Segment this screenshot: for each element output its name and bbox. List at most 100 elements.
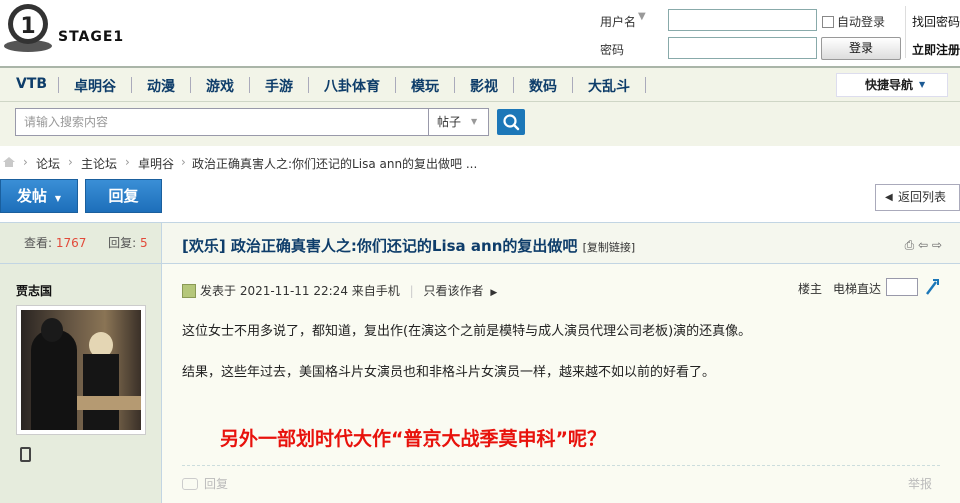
jump-go-icon[interactable] bbox=[924, 278, 940, 296]
post-divider bbox=[182, 465, 940, 466]
nav-item-gossip-sports[interactable]: 八卦体育 bbox=[324, 76, 380, 96]
next-thread-icon[interactable]: ⇨ bbox=[932, 238, 942, 252]
password-label: 密码 bbox=[600, 43, 625, 57]
checkbox-icon[interactable] bbox=[822, 16, 834, 28]
breadcrumb-thread[interactable]: 政治正确真害人之:你们还记的Lisa ann的复出做吧 ... bbox=[192, 155, 477, 172]
thread-title-text[interactable]: [欢乐] 政治正确真害人之:你们还记的Lisa ann的复出做吧 bbox=[182, 237, 577, 255]
main-nav: VTB 卓明谷 动漫 游戏 手游 八卦体育 模玩 影视 数码 大乱斗 快捷导航 ▼ bbox=[0, 66, 960, 102]
author-sidebar: 贾志国 bbox=[0, 264, 162, 503]
views-label: 查看: bbox=[24, 236, 53, 250]
thread-stats: 查看: 1767 回复: 5 bbox=[0, 223, 162, 263]
search-bar: 请输入搜索内容 帖子 ▼ bbox=[0, 102, 960, 146]
reply-action[interactable]: 回复 bbox=[182, 475, 228, 492]
home-icon[interactable] bbox=[2, 156, 16, 168]
new-post-label: 发帖 bbox=[16, 187, 47, 205]
nav-item-mobile-games[interactable]: 手游 bbox=[265, 76, 293, 96]
site-header: 1 STAGE1 用户名 ▼ 自动登录 密码 登录 找回密码 立即注册 bbox=[0, 0, 960, 66]
logo-icon: 1 bbox=[4, 4, 52, 52]
register-link[interactable]: 立即注册 bbox=[912, 41, 960, 58]
breadcrumb: › 论坛 › 主论坛 › 卓明谷 › 政治正确真害人之:你们还记的Lisa an… bbox=[0, 152, 960, 172]
search-icon bbox=[503, 114, 520, 131]
caret-down-icon: ▼ bbox=[919, 80, 926, 89]
nav-divider bbox=[572, 77, 573, 93]
site-logo[interactable]: 1 STAGE1 bbox=[2, 2, 132, 54]
breadcrumb-main-forum[interactable]: 主论坛 bbox=[81, 155, 117, 172]
post-meta: 发表于 2021-11-11 22:24 来自手机 | 只看该作者 ▶ bbox=[182, 282, 497, 299]
nav-item-anime[interactable]: 动漫 bbox=[147, 76, 175, 96]
arrow-right-icon: ▶ bbox=[490, 288, 498, 298]
replies-count: 5 bbox=[139, 236, 148, 250]
post-line: 这位女士不用多说了，都知道，复出作(在演这个之前是模特与成人演员代理公司老板)演… bbox=[182, 324, 752, 339]
search-type-select[interactable]: 帖子 ▼ bbox=[429, 108, 489, 136]
reply-button[interactable]: 回复 bbox=[85, 179, 162, 213]
nav-divider bbox=[190, 77, 191, 93]
prev-thread-icon[interactable]: ⇦ bbox=[918, 238, 928, 252]
password-input[interactable] bbox=[668, 37, 817, 59]
reply-icon bbox=[182, 478, 198, 490]
avatar[interactable] bbox=[16, 305, 146, 435]
divider bbox=[905, 6, 906, 58]
arrow-left-icon: ◀ bbox=[885, 192, 893, 203]
post-meta-text: 发表于 2021-11-11 22:24 来自手机 bbox=[200, 284, 400, 298]
username-input[interactable] bbox=[668, 9, 817, 31]
nav-item-movies[interactable]: 影视 bbox=[470, 76, 498, 96]
breadcrumb-separator: › bbox=[23, 155, 28, 169]
logo-text: STAGE1 bbox=[58, 29, 125, 45]
post-body: 发表于 2021-11-11 22:24 来自手机 | 只看该作者 ▶ 楼主 电… bbox=[162, 264, 960, 503]
quick-nav-button[interactable]: 快捷导航 ▼ bbox=[836, 73, 948, 97]
auto-login-label: 自动登录 bbox=[837, 15, 886, 29]
search-input[interactable]: 请输入搜索内容 bbox=[15, 108, 429, 136]
nav-divider bbox=[454, 77, 455, 93]
auto-login-checkbox[interactable]: 自动登录 bbox=[822, 13, 885, 30]
online-status-icon bbox=[182, 284, 196, 298]
only-author-link[interactable]: 只看该作者 bbox=[423, 284, 483, 298]
floor-label: 楼主 bbox=[798, 282, 823, 296]
author-name[interactable]: 贾志国 bbox=[16, 282, 52, 299]
breadcrumb-forum[interactable]: 论坛 bbox=[36, 155, 60, 172]
nav-divider bbox=[58, 77, 59, 93]
back-to-list-button[interactable]: ◀ 返回列表 bbox=[875, 184, 960, 211]
username-label: 用户名 bbox=[600, 15, 637, 29]
post-line: 结果，这些年过去，美国格斗片女演员也和非格斗片女演员一样，越来越不如以前的好看了… bbox=[182, 365, 716, 380]
nav-item-zhuominggu[interactable]: 卓明谷 bbox=[74, 76, 116, 96]
nav-divider bbox=[131, 77, 132, 93]
jump-label: 电梯直达 bbox=[833, 282, 882, 296]
report-link[interactable]: 举报 bbox=[908, 475, 932, 492]
svg-text:1: 1 bbox=[20, 14, 35, 39]
caret-down-icon: ▼ bbox=[54, 194, 62, 203]
breadcrumb-separator: › bbox=[125, 155, 130, 169]
meta-divider: | bbox=[409, 284, 414, 298]
breadcrumb-separator: › bbox=[181, 155, 186, 169]
chevron-down-icon[interactable]: ▼ bbox=[638, 11, 646, 22]
mobile-icon bbox=[20, 447, 31, 462]
nav-divider bbox=[513, 77, 514, 93]
nav-item-brawl[interactable]: 大乱斗 bbox=[588, 76, 630, 96]
nav-divider bbox=[249, 77, 250, 93]
thread-header: 查看: 1767 回复: 5 [欢乐] 政治正确真害人之:你们还记的Lisa a… bbox=[0, 222, 960, 264]
new-post-button[interactable]: 发帖 ▼ bbox=[0, 179, 78, 213]
find-password-link[interactable]: 找回密码 bbox=[912, 13, 960, 30]
login-panel: 用户名 ▼ 自动登录 密码 登录 找回密码 立即注册 bbox=[590, 0, 960, 64]
replies-label: 回复: bbox=[108, 236, 137, 250]
nav-item-models[interactable]: 模玩 bbox=[411, 76, 439, 96]
search-type-label: 帖子 bbox=[437, 115, 462, 129]
nav-item-games[interactable]: 游戏 bbox=[206, 76, 234, 96]
breadcrumb-separator: › bbox=[68, 155, 73, 169]
nav-item-vtb[interactable]: VTB bbox=[16, 76, 47, 92]
thread-title: [欢乐] 政治正确真害人之:你们还记的Lisa ann的复出做吧 [复制链接] bbox=[182, 235, 635, 256]
thread-tools: ⎙ ⇦ ⇨ bbox=[905, 238, 942, 253]
copy-link[interactable]: [复制链接] bbox=[583, 241, 636, 254]
nav-item-digital[interactable]: 数码 bbox=[529, 76, 557, 96]
nav-divider bbox=[308, 77, 309, 93]
avatar-image bbox=[21, 310, 141, 430]
reply-action-label: 回复 bbox=[204, 477, 229, 491]
nav-divider bbox=[645, 77, 646, 93]
print-icon[interactable]: ⎙ bbox=[905, 238, 915, 252]
back-to-list-label: 返回列表 bbox=[898, 190, 947, 204]
quick-nav-label: 快捷导航 bbox=[865, 78, 914, 92]
login-button[interactable]: 登录 bbox=[821, 37, 901, 60]
chevron-down-icon: ▼ bbox=[471, 117, 478, 126]
breadcrumb-zhuominggu[interactable]: 卓明谷 bbox=[138, 155, 174, 172]
search-button[interactable] bbox=[497, 109, 525, 135]
floor-jump-input[interactable] bbox=[886, 278, 918, 296]
